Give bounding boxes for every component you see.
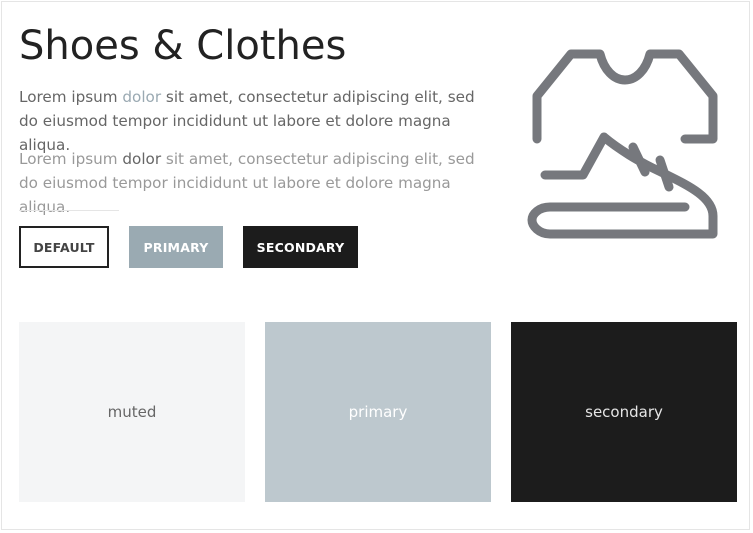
page-title: Shoes & Clothes: [19, 23, 347, 69]
card-frame: Shoes & Clothes Lorem ipsum dolor sit am…: [1, 1, 750, 530]
primary-tile-label: primary: [348, 403, 408, 421]
muted-tile-label: muted: [107, 403, 157, 421]
secondary-tile-label: secondary: [585, 403, 663, 421]
muted-text-start: Lorem ipsum: [19, 150, 123, 168]
muted-tile: muted: [19, 322, 245, 502]
muted-paragraph: Lorem ipsum dolor sit amet, consectetur …: [19, 147, 479, 219]
intro-highlight: dolor: [122, 88, 162, 106]
primary-button[interactable]: PRIMARY: [129, 226, 223, 268]
intro-text-start: Lorem ipsum: [19, 88, 123, 106]
shoes-and-clothes-icon: [527, 49, 718, 239]
muted-highlight: dolor: [122, 150, 162, 168]
secondary-tile: secondary: [511, 322, 737, 502]
secondary-button[interactable]: SECONDARY: [243, 226, 358, 268]
primary-tile: primary: [265, 322, 491, 502]
divider: [19, 210, 119, 211]
default-button[interactable]: DEFAULT: [19, 226, 109, 268]
